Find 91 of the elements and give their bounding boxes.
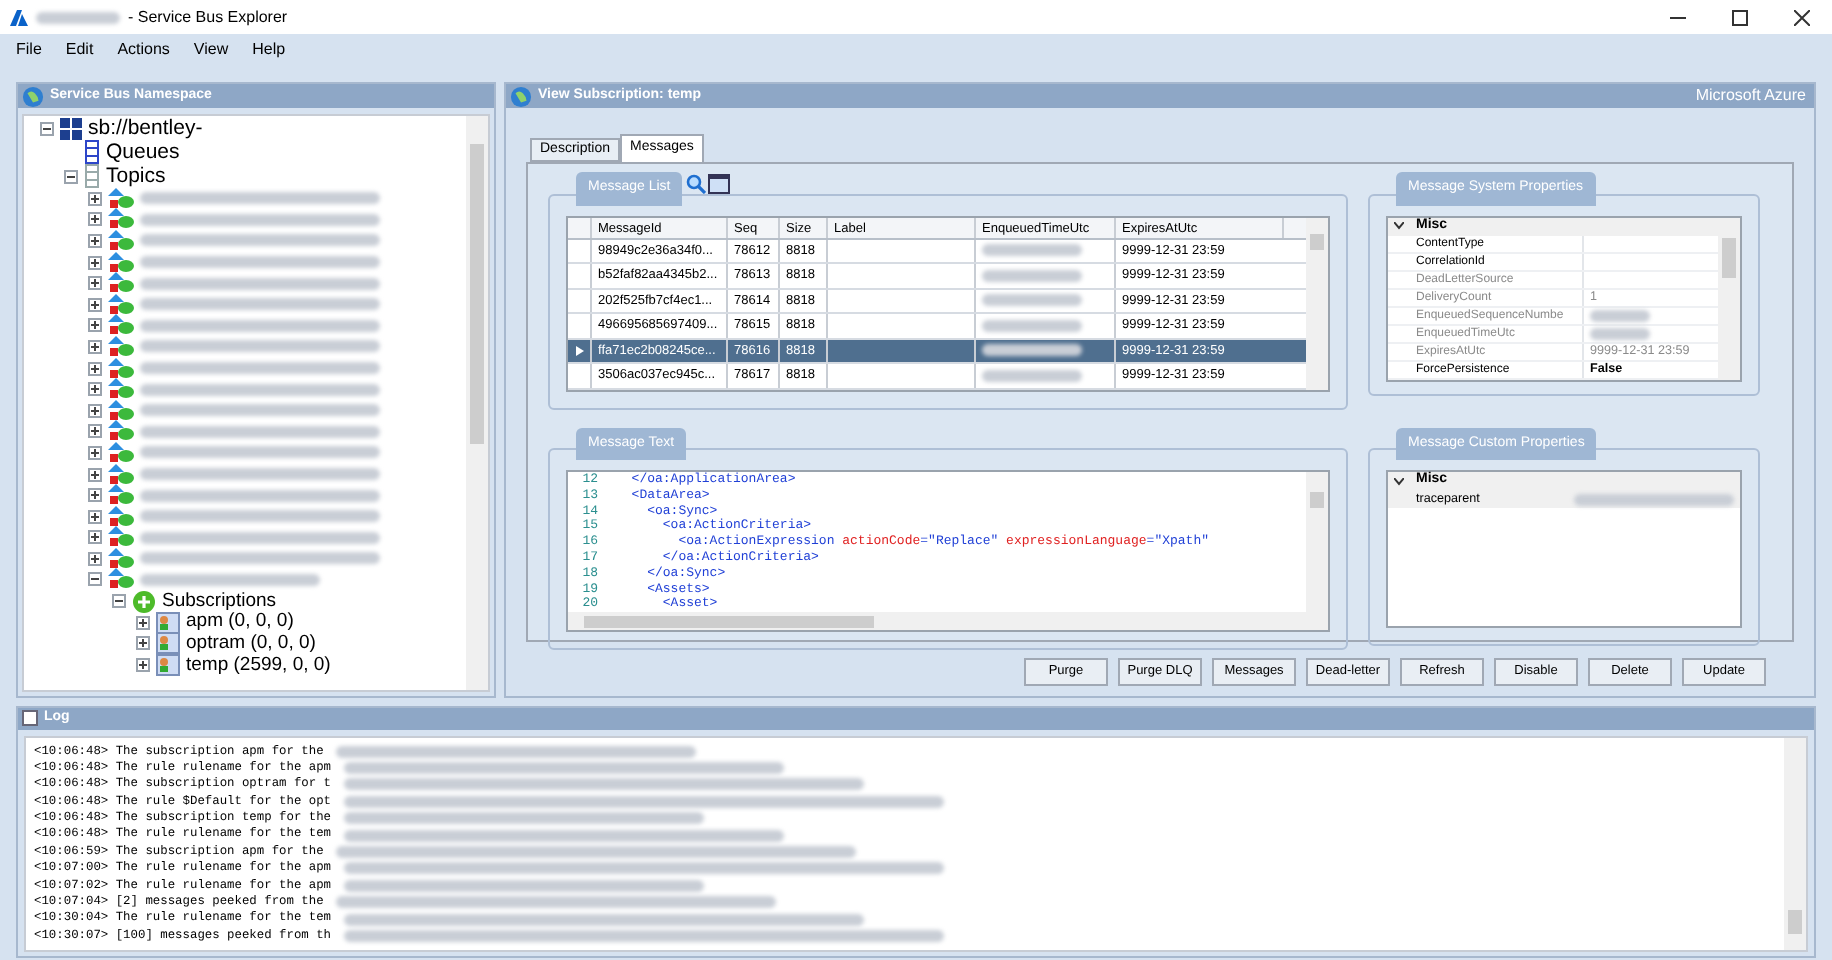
topic-icon: [108, 484, 134, 507]
vertical-scrollbar[interactable]: [466, 116, 488, 690]
menu-item[interactable]: Edit: [65, 38, 94, 62]
topic-icon: [108, 420, 134, 443]
topic-icon: [108, 568, 134, 591]
collapse-icon[interactable]: [112, 594, 126, 609]
expand-icon[interactable]: [136, 615, 150, 630]
topic-icon: [108, 314, 134, 337]
topic-icon: [108, 229, 134, 252]
window-title: - Service Bus Explorer: [128, 5, 288, 29]
horizontal-scrollbar[interactable]: [568, 612, 1328, 630]
expand-icon[interactable]: [136, 636, 150, 651]
expand-icon[interactable]: [88, 255, 102, 270]
globe-icon: [510, 85, 532, 107]
topic-icon: [108, 251, 134, 274]
chevron-down-icon[interactable]: [1394, 222, 1404, 230]
expand-icon[interactable]: [88, 276, 102, 291]
topic-icon: [108, 463, 134, 486]
windows-icon: [60, 117, 82, 139]
expand-icon[interactable]: [88, 233, 102, 248]
topic-icon: [108, 208, 134, 231]
brand-text: Microsoft Azure: [1695, 84, 1806, 108]
expand-icon[interactable]: [136, 657, 150, 672]
chevron-down-icon[interactable]: [1394, 477, 1404, 485]
add-circle-icon: [132, 589, 156, 614]
topic-icon: [108, 335, 134, 358]
topic-icon: [108, 272, 134, 295]
expand-icon[interactable]: [88, 424, 102, 439]
collapse-icon[interactable]: [64, 169, 78, 183]
expand-icon[interactable]: [88, 467, 102, 482]
calendar-icon[interactable]: [708, 172, 731, 194]
collapse-icon[interactable]: [40, 121, 54, 135]
blurred-text: [1590, 309, 1650, 321]
topic-icon: [108, 187, 134, 210]
topic-icon: [108, 526, 134, 549]
topic-icon: [108, 357, 134, 380]
expand-icon[interactable]: [88, 445, 102, 460]
vertical-scrollbar[interactable]: [1306, 472, 1328, 612]
queue-icon: [84, 140, 100, 164]
topic-icon: [108, 378, 134, 401]
blurred-text: [982, 269, 1082, 282]
vertical-scrollbar[interactable]: [1306, 217, 1328, 389]
expand-icon[interactable]: [88, 318, 102, 333]
blurred-text: [982, 294, 1082, 307]
tree-item[interactable]: apm (0, 0, 0): [186, 612, 294, 632]
expand-icon[interactable]: [88, 382, 102, 397]
globe-icon: [22, 85, 44, 107]
menu-item[interactable]: Actions: [117, 38, 170, 62]
vertical-scrollbar[interactable]: [1718, 217, 1740, 379]
expand-icon[interactable]: [88, 509, 102, 524]
collapse-icon[interactable]: [88, 572, 102, 587]
tree-item[interactable]: sb://bentley-: [88, 117, 203, 139]
topic-icon: [108, 547, 134, 570]
expand-icon[interactable]: [88, 403, 102, 418]
topic-folder-icon: [84, 164, 100, 188]
menu-item[interactable]: Help: [252, 38, 286, 62]
close-icon[interactable]: [1794, 9, 1810, 25]
vertical-scrollbar[interactable]: [1784, 737, 1806, 949]
subscription-icon: [156, 611, 180, 634]
expand-icon[interactable]: [88, 530, 102, 545]
tree-item[interactable]: Subscriptions: [162, 591, 277, 611]
blurred-text: [982, 244, 1082, 257]
expand-icon[interactable]: [88, 212, 102, 227]
blurred-text: [982, 369, 1082, 382]
tree-item[interactable]: temp (2599, 0, 0): [186, 655, 331, 675]
topic-icon: [108, 293, 134, 316]
tree-item[interactable]: optram (0, 0, 0): [186, 634, 316, 654]
subscription-icon: [156, 632, 180, 655]
expand-icon[interactable]: [88, 488, 102, 503]
expand-icon[interactable]: [88, 551, 102, 566]
topic-icon: [108, 399, 134, 422]
log-icon: [22, 710, 38, 727]
menu-item[interactable]: File: [16, 38, 42, 62]
azure-logo-icon: [10, 9, 28, 25]
blurred-text: [36, 11, 120, 23]
menu-item[interactable]: View: [193, 38, 229, 62]
blurred-text: [1590, 327, 1650, 339]
maximize-icon[interactable]: [1732, 9, 1748, 25]
topic-icon: [108, 441, 134, 464]
tree-item[interactable]: Topics: [106, 165, 166, 187]
blurred-text: [982, 344, 1082, 357]
subscription-icon: [156, 653, 180, 676]
blurred-text: [982, 319, 1082, 332]
row-pointer-icon: [575, 345, 583, 356]
search-icon[interactable]: [686, 174, 707, 194]
tree-item[interactable]: Queues: [106, 141, 180, 163]
expand-icon[interactable]: [88, 361, 102, 376]
topic-icon: [108, 505, 134, 528]
expand-icon[interactable]: [88, 191, 102, 206]
expand-icon[interactable]: [88, 339, 102, 354]
expand-icon[interactable]: [88, 297, 102, 312]
